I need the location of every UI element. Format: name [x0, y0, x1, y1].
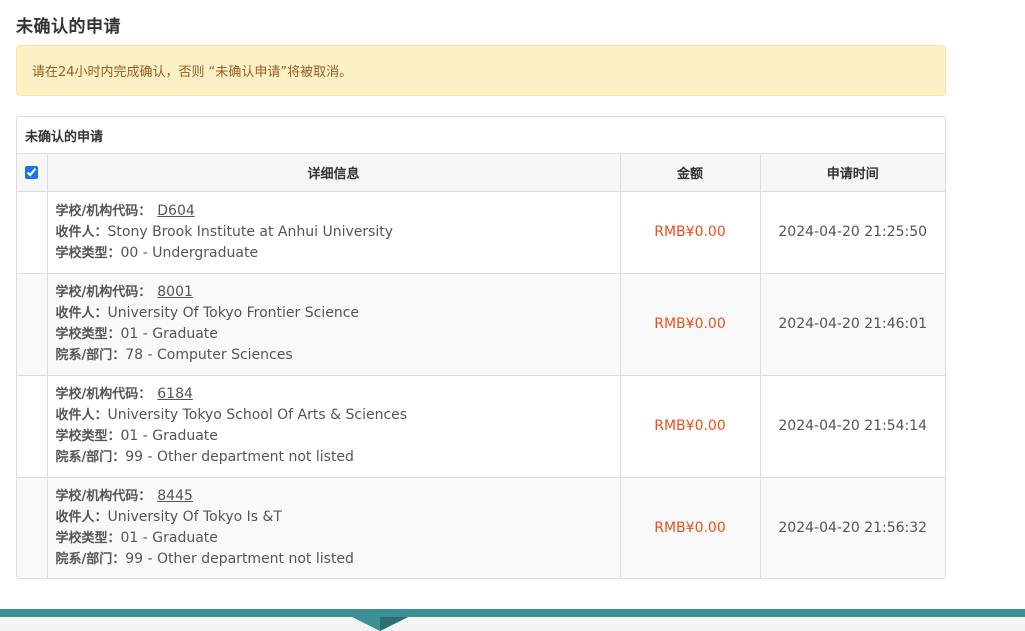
table-row: 学校/机构代码： D604 收件人：Stony Brook Institute at…	[17, 191, 945, 274]
school-code-line: 学校/机构代码： D604	[56, 201, 612, 222]
department-value: 99 - Other department not listed	[125, 551, 354, 568]
department-value: 99 - Other department not listed	[125, 449, 354, 465]
row-select-cell	[17, 375, 48, 478]
school-code-label: 学校/机构代码：	[55, 387, 152, 402]
school-code-line: 学校/机构代码： 8001	[56, 282, 612, 303]
recipient-label: 收件人：	[55, 306, 108, 321]
footer-notch-shade	[380, 617, 408, 631]
select-all-checkbox[interactable]	[25, 165, 39, 179]
amount-cell: RMB¥0.00	[620, 273, 761, 376]
recipient-value: University Tokyo School Of Arts & Scienc…	[107, 407, 408, 423]
row-select-cell	[17, 477, 48, 578]
table-row: 学校/机构代码： 8445 收件人：University Of Tokyo Is &…	[17, 477, 945, 578]
recipient-label: 收件人：	[55, 510, 108, 526]
school-type-line: 学校类型：01 - Graduate	[56, 426, 612, 447]
time-column-header: 申请时间	[760, 154, 945, 192]
row-select-cell	[17, 273, 48, 376]
details-cell: 学校/机构代码： D604 收件人：Stony Brook Institute at…	[47, 191, 621, 274]
school-code-line: 学校/机构代码： 6184	[56, 384, 612, 405]
school-code-label: 学校/机构代码：	[55, 285, 152, 300]
recipient-line: 收件人：University Of Tokyo Frontier Science	[56, 303, 612, 324]
confirmation-notice: 请在24小时内完成确认，否则 “未确认申请”将被取消。	[16, 45, 946, 96]
amount-cell: RMB¥0.00	[620, 477, 761, 578]
table-row: 学校/机构代码： 6184 收件人：University Tokyo School …	[17, 375, 945, 478]
department-line: 院系/部门：99 - Other department not listed	[56, 447, 612, 468]
school-code-link[interactable]: 8445	[157, 488, 193, 504]
school-type-label: 学校类型：	[55, 327, 121, 342]
recipient-label: 收件人：	[55, 224, 108, 240]
department-label: 院系/部门：	[55, 450, 126, 465]
department-label: 院系/部门：	[55, 348, 126, 363]
department-value: 78 - Computer Sciences	[125, 347, 293, 363]
school-type-line: 学校类型：01 - Graduate	[56, 324, 612, 345]
applications-table: 详细信息 金额 申请时间 学校/机构代码： D604 收件人：Stony Brook…	[17, 154, 945, 578]
recipient-line: 收件人：University Tokyo School Of Arts & Sc…	[56, 405, 612, 426]
table-row: 学校/机构代码： 8001 收件人：University Of Tokyo Fron…	[17, 273, 945, 376]
details-cell: 学校/机构代码： 6184 收件人：University Tokyo School …	[47, 375, 621, 478]
unconfirmed-applications-panel: 未确认的申请 详细信息 金额 申请时间 学校/机构代码： D604 收件人：Ston…	[16, 116, 946, 579]
recipient-label: 收件人：	[55, 408, 108, 423]
notice-text: 请在24小时内完成确认，否则 “未确认申请”将被取消。	[32, 65, 353, 80]
department-line: 院系/部门：78 - Computer Sciences	[56, 345, 612, 366]
amount-column-header: 金额	[620, 154, 761, 192]
row-select-cell	[17, 191, 48, 274]
details-cell: 学校/机构代码： 8001 收件人：University Of Tokyo Fron…	[47, 273, 621, 376]
school-type-value: 00 - Undergraduate	[120, 244, 259, 261]
recipient-value: University Of Tokyo Frontier Science	[107, 305, 360, 321]
application-time-cell: 2024-04-20 21:54:14	[760, 375, 945, 478]
school-code-link[interactable]: 8001	[157, 284, 193, 300]
table-header-row: 详细信息 金额 申请时间	[17, 154, 945, 192]
school-code-link[interactable]: D604	[157, 203, 195, 219]
school-code-label: 学校/机构代码：	[55, 203, 152, 219]
school-type-label: 学校类型：	[55, 429, 121, 444]
amount-cell: RMB¥0.00	[620, 375, 761, 478]
select-all-header	[17, 154, 48, 192]
recipient-value: Stony Brook Institute at Anhui Universit…	[107, 223, 394, 240]
recipient-line: 收件人：Stony Brook Institute at Anhui Unive…	[56, 222, 612, 243]
school-code-label: 学校/机构代码：	[55, 489, 152, 505]
page-title: 未确认的申请	[16, 17, 121, 37]
school-type-line: 学校类型：00 - Undergraduate	[56, 243, 612, 264]
school-type-value: 01 - Graduate	[120, 530, 218, 547]
recipient-value: University Of Tokyo Is &T	[107, 509, 282, 526]
school-code-link[interactable]: 6184	[157, 386, 193, 402]
panel-heading: 未确认的申请	[17, 117, 945, 154]
school-type-value: 01 - Graduate	[120, 428, 218, 444]
details-cell: 学校/机构代码： 8445 收件人：University Of Tokyo Is &…	[47, 477, 621, 578]
amount-cell: RMB¥0.00	[620, 191, 761, 274]
footer-bottom	[0, 617, 1025, 631]
application-time-cell: 2024-04-20 21:25:50	[760, 191, 945, 274]
application-time-cell: 2024-04-20 21:56:32	[760, 477, 945, 578]
school-type-value: 01 - Graduate	[120, 326, 218, 342]
footer-band	[0, 609, 1025, 617]
application-time-cell: 2024-04-20 21:46:01	[760, 273, 945, 376]
details-column-header: 详细信息	[47, 154, 621, 192]
department-label: 院系/部门：	[55, 552, 126, 568]
department-line: 院系/部门：99 - Other department not listed	[56, 549, 612, 570]
school-type-line: 学校类型：01 - Graduate	[56, 528, 612, 549]
school-type-label: 学校类型：	[55, 245, 121, 261]
school-code-line: 学校/机构代码： 8445	[56, 486, 612, 507]
recipient-line: 收件人：University Of Tokyo Is &T	[56, 507, 612, 528]
school-type-label: 学校类型：	[55, 531, 121, 547]
